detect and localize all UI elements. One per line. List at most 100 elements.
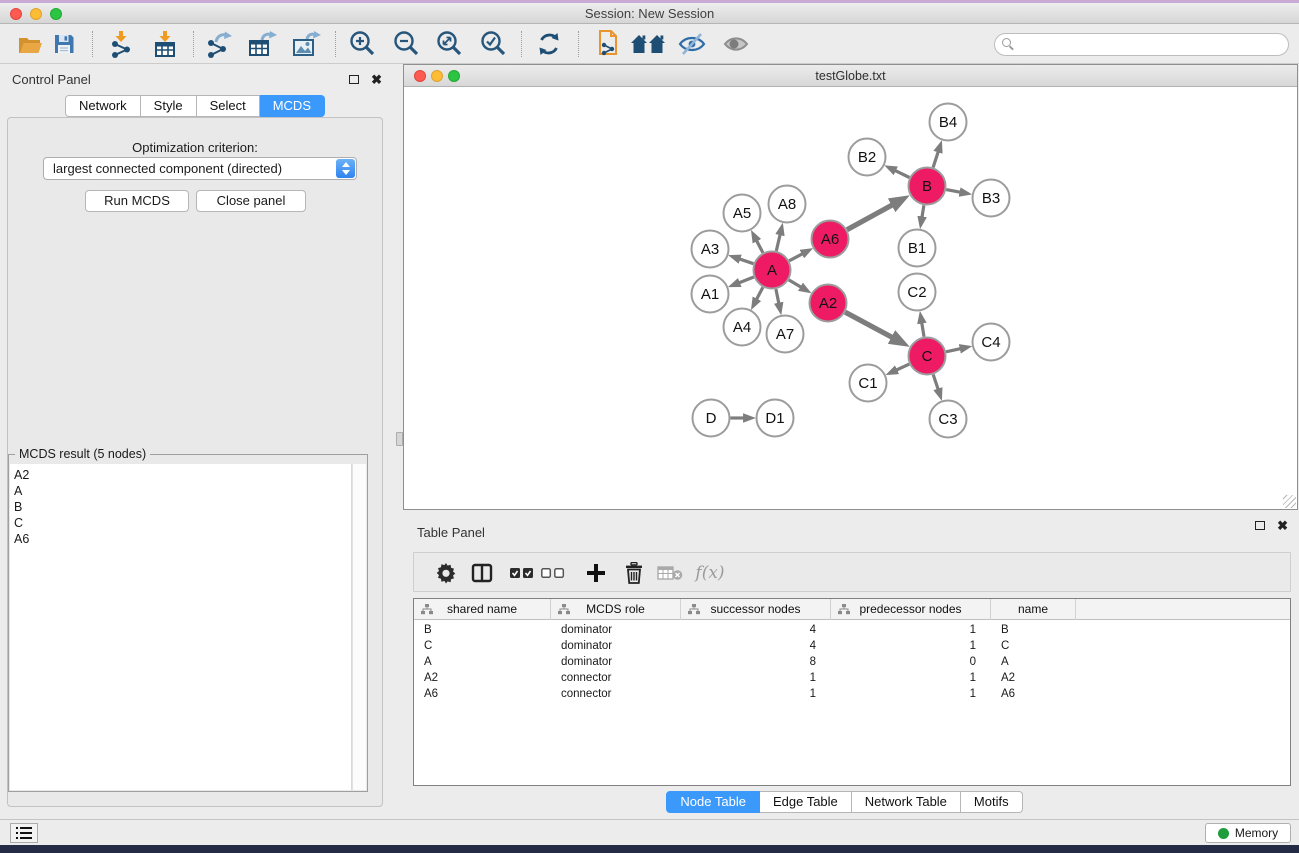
table-cell[interactable]: B bbox=[414, 622, 551, 638]
tab-network-table[interactable]: Network Table bbox=[852, 791, 961, 813]
graph-edge-A-A5[interactable] bbox=[757, 241, 763, 253]
memory-button[interactable]: Memory bbox=[1205, 823, 1291, 843]
export-network-icon[interactable] bbox=[201, 28, 237, 60]
export-table-icon[interactable] bbox=[244, 28, 280, 60]
graph-edge-A2-C[interactable] bbox=[845, 312, 892, 337]
table-cell[interactable]: A bbox=[414, 654, 551, 670]
close-panel-icon[interactable]: ✖ bbox=[371, 72, 382, 87]
table-cell[interactable]: 4 bbox=[681, 622, 831, 638]
mcds-result-item[interactable]: C bbox=[14, 515, 351, 531]
table-cell[interactable]: 0 bbox=[831, 654, 991, 670]
table-cell[interactable]: A bbox=[991, 654, 1076, 670]
select-all-checkboxes-icon[interactable] bbox=[506, 557, 538, 589]
tab-node-table[interactable]: Node Table bbox=[666, 791, 760, 813]
table-cell[interactable]: 1 bbox=[681, 670, 831, 686]
zoom-fit-icon[interactable] bbox=[431, 28, 467, 60]
graph-edge-B-B4[interactable] bbox=[933, 152, 938, 168]
table-cell[interactable]: A6 bbox=[414, 686, 551, 702]
task-history-button[interactable] bbox=[10, 823, 38, 843]
window-resize-grip-icon[interactable] bbox=[1283, 495, 1296, 508]
mcds-result-scrollbar[interactable] bbox=[352, 464, 366, 790]
table-cell[interactable]: connector bbox=[551, 686, 681, 702]
show-columns-icon[interactable] bbox=[466, 557, 498, 589]
tab-mcds[interactable]: MCDS bbox=[260, 95, 325, 117]
tab-motifs[interactable]: Motifs bbox=[961, 791, 1023, 813]
table-row[interactable]: Cdominator41C bbox=[414, 638, 1290, 654]
criterion-dropdown[interactable]: largest connected component (directed) bbox=[43, 157, 357, 180]
import-network-icon[interactable] bbox=[103, 28, 139, 60]
table-row[interactable]: A2connector11A2 bbox=[414, 670, 1290, 686]
table-cell[interactable]: C bbox=[991, 638, 1076, 654]
apply-function-icon[interactable]: f(x) bbox=[688, 557, 732, 589]
table-cell[interactable]: dominator bbox=[551, 622, 681, 638]
hide-selected-eye-icon[interactable] bbox=[674, 28, 710, 60]
network-window-titlebar[interactable]: testGlobe.txt bbox=[404, 65, 1297, 87]
export-image-icon[interactable] bbox=[288, 28, 324, 60]
open-session-icon[interactable] bbox=[12, 28, 48, 60]
graph-edge-B-B2[interactable] bbox=[895, 171, 909, 178]
tab-select[interactable]: Select bbox=[197, 95, 260, 117]
column-header-mcds-role[interactable]: MCDS role bbox=[551, 599, 681, 620]
float-panel-icon[interactable] bbox=[1255, 521, 1265, 530]
graph-edge-C-C3[interactable] bbox=[933, 375, 938, 390]
table-row[interactable]: A6connector11A6 bbox=[414, 686, 1290, 702]
graph-edge-A-A6[interactable] bbox=[789, 254, 802, 261]
graph-edge-A-A1[interactable] bbox=[739, 277, 754, 283]
zoom-selected-icon[interactable] bbox=[475, 28, 511, 60]
graph-edge-C-C4[interactable] bbox=[946, 349, 960, 352]
table-cell[interactable]: 8 bbox=[681, 654, 831, 670]
tab-network[interactable]: Network bbox=[65, 95, 141, 117]
graph-edge-A6-B[interactable] bbox=[847, 205, 892, 230]
graph-edge-B-B3[interactable] bbox=[946, 190, 960, 193]
mcds-result-item[interactable]: A2 bbox=[14, 467, 351, 483]
graph-edge-A-A2[interactable] bbox=[789, 280, 801, 287]
table-cell[interactable]: C bbox=[414, 638, 551, 654]
network-canvas[interactable]: AA1A2A3A4A5A6A7A8BB1B2B3B4CC1C2C3C4DD1 bbox=[404, 88, 1297, 509]
graph-edge-C-C2[interactable] bbox=[922, 323, 924, 337]
delete-column-trash-icon[interactable] bbox=[618, 557, 650, 589]
tab-style[interactable]: Style bbox=[141, 95, 197, 117]
mcds-result-item[interactable]: B bbox=[14, 499, 351, 515]
table-row[interactable]: Bdominator41B bbox=[414, 622, 1290, 638]
table-cell[interactable]: B bbox=[991, 622, 1076, 638]
table-cell[interactable]: A2 bbox=[991, 670, 1076, 686]
settings-gear-icon[interactable] bbox=[430, 557, 462, 589]
column-header-successor-nodes[interactable]: successor nodes bbox=[681, 599, 831, 620]
graph-edge-A-A7[interactable] bbox=[776, 289, 779, 303]
zoom-out-icon[interactable] bbox=[388, 28, 424, 60]
table-cell[interactable]: A2 bbox=[414, 670, 551, 686]
table-cell[interactable]: 1 bbox=[831, 686, 991, 702]
column-header-shared-name[interactable]: shared name bbox=[414, 599, 551, 620]
run-mcds-button[interactable]: Run MCDS bbox=[85, 190, 189, 212]
column-header-predecessor-nodes[interactable]: predecessor nodes bbox=[831, 599, 991, 620]
table-cell[interactable]: dominator bbox=[551, 638, 681, 654]
show-all-eye-icon[interactable] bbox=[718, 28, 754, 60]
graph-edge-B-B1[interactable] bbox=[922, 205, 924, 217]
home-icon[interactable] bbox=[630, 28, 666, 60]
import-table-icon[interactable] bbox=[147, 28, 183, 60]
table-cell[interactable]: 1 bbox=[831, 670, 991, 686]
column-header-name[interactable]: name bbox=[991, 599, 1076, 620]
mcds-result-item[interactable]: A bbox=[14, 483, 351, 499]
table-cell[interactable]: 1 bbox=[831, 638, 991, 654]
table-row[interactable]: Adominator80A bbox=[414, 654, 1290, 670]
zoom-in-icon[interactable] bbox=[344, 28, 380, 60]
table-cell[interactable]: dominator bbox=[551, 654, 681, 670]
table-cell[interactable]: 1 bbox=[681, 686, 831, 702]
close-panel-button[interactable]: Close panel bbox=[196, 190, 306, 212]
search-input[interactable] bbox=[994, 33, 1289, 56]
deselect-all-checkboxes-icon[interactable] bbox=[537, 557, 569, 589]
add-column-icon[interactable] bbox=[580, 557, 612, 589]
graph-edge-A-A3[interactable] bbox=[740, 259, 754, 264]
table-cell[interactable]: connector bbox=[551, 670, 681, 686]
refresh-layout-icon[interactable] bbox=[531, 28, 567, 60]
table-cell[interactable]: 4 bbox=[681, 638, 831, 654]
copy-network-icon[interactable] bbox=[588, 28, 624, 60]
graph-edge-A-A8[interactable] bbox=[776, 235, 780, 252]
graph-edge-C-C1[interactable] bbox=[897, 364, 910, 370]
table-cell[interactable]: 1 bbox=[831, 622, 991, 638]
tab-edge-table[interactable]: Edge Table bbox=[760, 791, 852, 813]
save-session-icon[interactable] bbox=[46, 28, 82, 60]
graph-edge-A-A4[interactable] bbox=[757, 287, 763, 299]
close-panel-icon[interactable]: ✖ bbox=[1277, 518, 1288, 533]
